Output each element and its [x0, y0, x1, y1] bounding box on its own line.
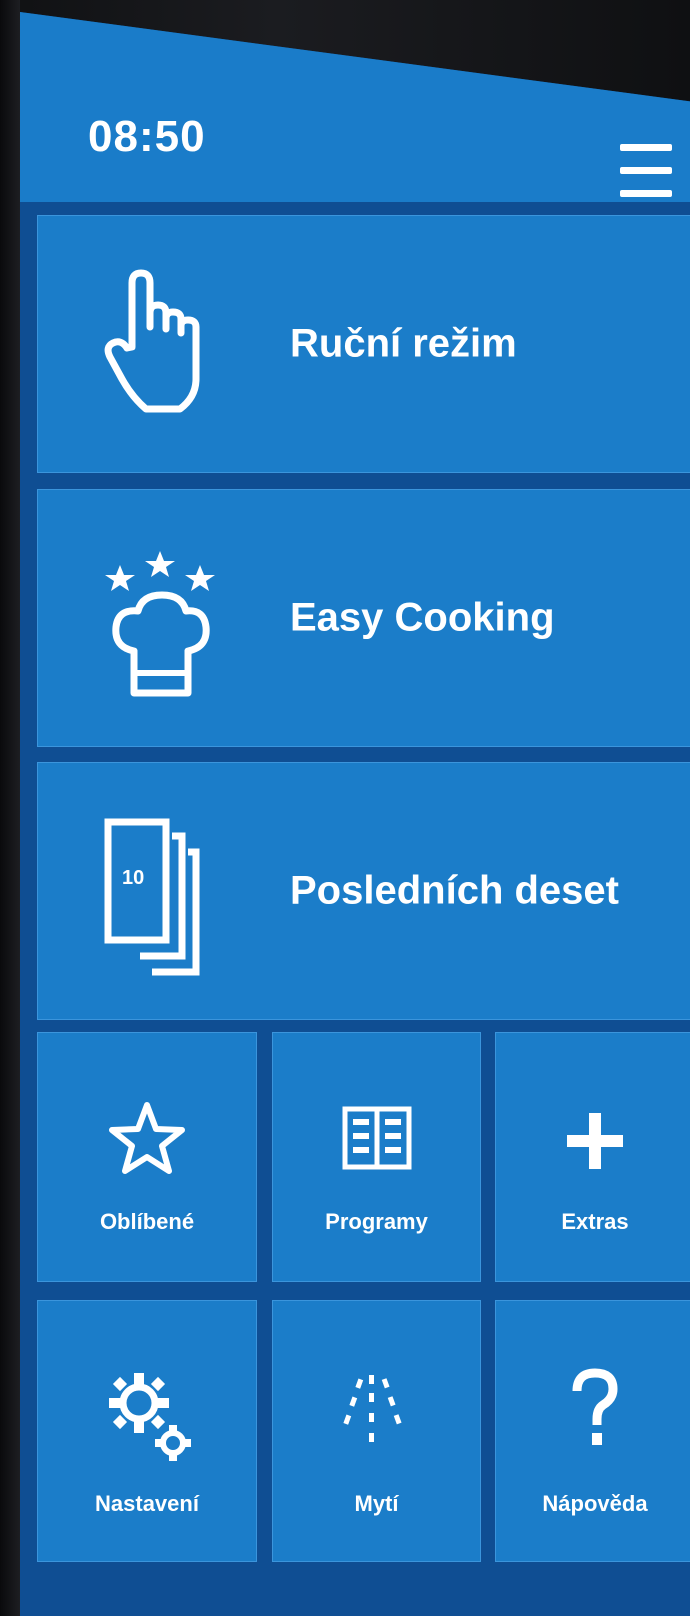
- book-icon: [337, 1099, 417, 1179]
- manual-mode-tile[interactable]: Ruční režim: [37, 215, 690, 473]
- manual-mode-label: Ruční režim: [290, 321, 517, 366]
- recent-ten-number: 10: [122, 867, 144, 889]
- status-bar: 08:50: [20, 12, 690, 202]
- pointing-hand-icon: [100, 269, 210, 419]
- easy-cooking-tile[interactable]: Easy Cooking: [37, 489, 690, 747]
- chef-hat-stars-icon: [100, 543, 215, 697]
- easy-cooking-label: Easy Cooking: [290, 595, 555, 640]
- extras-label: Extras: [561, 1209, 629, 1234]
- last-ten-tile[interactable]: 10 Posledních deset: [37, 762, 690, 1020]
- help-label: Nápověda: [542, 1491, 648, 1516]
- hamburger-menu-icon[interactable]: [620, 144, 672, 214]
- device-frame: 08:50 Ruční režim Easy Cooking 10 Posled…: [0, 0, 690, 1616]
- recent-ten-stack-icon: 10: [100, 816, 210, 976]
- plus-icon: [555, 1099, 635, 1179]
- spray-icon: [337, 1367, 417, 1447]
- extras-tile[interactable]: Extras: [495, 1032, 690, 1282]
- cleaning-tile[interactable]: Mytí: [272, 1300, 481, 1562]
- device-bezel: [0, 0, 20, 1616]
- gears-icon: [107, 1367, 191, 1461]
- cleaning-label: Mytí: [354, 1491, 399, 1516]
- star-icon: [107, 1099, 187, 1179]
- favorites-tile[interactable]: Oblíbené: [37, 1032, 257, 1282]
- oven-screen: 08:50 Ruční režim Easy Cooking 10 Posled…: [20, 12, 690, 1616]
- programs-tile[interactable]: Programy: [272, 1032, 481, 1282]
- favorites-label: Oblíbené: [99, 1209, 195, 1234]
- settings-tile[interactable]: Nastavení: [37, 1300, 257, 1562]
- settings-label: Nastavení: [95, 1491, 199, 1516]
- question-icon: [555, 1367, 635, 1447]
- clock-time: 08:50: [88, 112, 206, 161]
- last-ten-label: Posledních deset: [290, 868, 619, 913]
- programs-label: Programy: [325, 1209, 428, 1234]
- help-tile[interactable]: Nápověda: [495, 1300, 690, 1562]
